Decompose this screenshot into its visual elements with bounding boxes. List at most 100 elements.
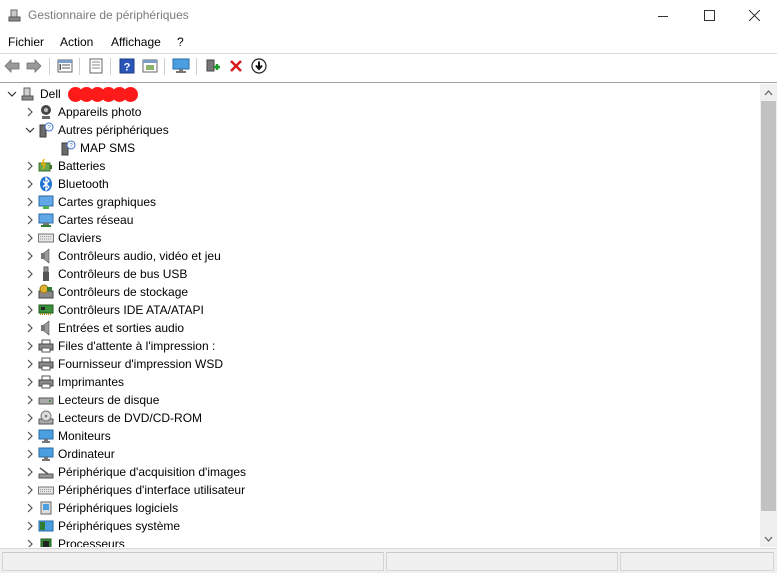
monitor-icon xyxy=(38,428,54,444)
chevron-right-icon[interactable] xyxy=(22,229,38,247)
tree-item[interactable]: Imprimantes xyxy=(22,373,124,391)
chevron-right-icon[interactable] xyxy=(22,211,38,229)
tree-item[interactable]: ? Autres périphériques xyxy=(22,121,169,139)
document-icon[interactable] xyxy=(87,57,105,75)
storage-controller-icon xyxy=(38,284,54,300)
tree-child-item[interactable]: ? MAP SMS xyxy=(60,139,135,157)
printer-queue-icon xyxy=(38,338,54,354)
chevron-right-icon[interactable] xyxy=(22,517,38,535)
scroll-up-icon[interactable] xyxy=(760,84,777,101)
chevron-right-icon[interactable] xyxy=(22,355,38,373)
tree-item[interactable]: Lecteurs de DVD/CD-ROM xyxy=(22,409,202,427)
software-device-icon xyxy=(38,500,54,516)
tree-item-label: Appareils photo xyxy=(58,105,142,119)
menu-action[interactable]: Action xyxy=(60,35,93,49)
add-driver-icon[interactable] xyxy=(204,57,222,75)
toolbar-separator xyxy=(79,58,80,75)
chevron-right-icon[interactable] xyxy=(22,283,38,301)
tree-item[interactable]: Batteries xyxy=(22,157,105,175)
title-bar: Gestionnaire de périphériques xyxy=(0,0,777,31)
device-tree: Dell Appareils photo ? Autres périphériq… xyxy=(0,84,760,547)
chevron-right-icon[interactable] xyxy=(22,409,38,427)
tree-top-border xyxy=(0,82,777,83)
tree-item[interactable]: Cartes graphiques xyxy=(22,193,156,211)
vertical-scrollbar[interactable] xyxy=(760,84,777,547)
tree-item[interactable]: Processeurs xyxy=(22,535,125,547)
download-arrow-icon[interactable] xyxy=(250,57,268,75)
chevron-right-icon[interactable] xyxy=(22,499,38,517)
tree-item[interactable]: Contrôleurs audio, vidéo et jeu xyxy=(22,247,221,265)
scroll-down-icon[interactable] xyxy=(760,530,777,547)
toolbar-separator xyxy=(49,58,50,75)
unknown-device-icon: ? xyxy=(60,140,76,156)
close-button[interactable] xyxy=(731,0,777,31)
tree-item[interactable]: Entrées et sorties audio xyxy=(22,319,184,337)
chevron-right-icon[interactable] xyxy=(22,373,38,391)
tree-item-label: Périphériques système xyxy=(58,519,181,533)
tree-item[interactable]: Files d'attente à l'impression : xyxy=(22,337,215,355)
tree-item[interactable]: Claviers xyxy=(22,229,101,247)
svg-text:?: ? xyxy=(124,62,131,74)
chevron-right-icon[interactable] xyxy=(22,463,38,481)
chevron-right-icon[interactable] xyxy=(22,301,38,319)
tree-item[interactable]: Lecteurs de disque xyxy=(22,391,159,409)
chevron-right-icon[interactable] xyxy=(22,247,38,265)
maximize-button[interactable] xyxy=(686,0,732,31)
tree-item[interactable]: Périphériques logiciels xyxy=(22,499,178,517)
tree-item[interactable]: Fournisseur d'impression WSD xyxy=(22,355,223,373)
properties-list-icon[interactable] xyxy=(56,57,74,75)
tree-item-label: Cartes réseau xyxy=(58,213,134,227)
help-icon[interactable]: ? xyxy=(118,57,136,75)
tree-item-label: Lecteurs de DVD/CD-ROM xyxy=(58,411,203,425)
tree-item[interactable]: Contrôleurs IDE ATA/ATAPI xyxy=(22,301,204,319)
tree-item[interactable]: Contrôleurs de bus USB xyxy=(22,265,187,283)
tree-root-label: Dell xyxy=(40,87,61,101)
chevron-right-icon[interactable] xyxy=(22,481,38,499)
toolbar-separator xyxy=(110,58,111,75)
monitor-scan-icon[interactable] xyxy=(172,57,190,75)
window-title: Gestionnaire de périphériques xyxy=(28,8,189,22)
menu-affichage[interactable]: Affichage xyxy=(111,35,161,49)
chevron-right-icon[interactable] xyxy=(22,319,38,337)
battery-icon xyxy=(38,158,54,174)
tree-item[interactable]: Bluetooth xyxy=(22,175,109,193)
chevron-right-icon[interactable] xyxy=(22,157,38,175)
forward-arrow-icon[interactable] xyxy=(25,57,43,75)
menu-fichier[interactable]: Fichier xyxy=(8,35,44,49)
chevron-down-icon[interactable] xyxy=(4,85,20,103)
usb-icon xyxy=(38,266,54,282)
network-card-icon xyxy=(38,212,54,228)
tree-item[interactable]: Cartes réseau xyxy=(22,211,133,229)
tree-item[interactable]: Contrôleurs de stockage xyxy=(22,283,188,301)
chevron-right-icon[interactable] xyxy=(22,427,38,445)
tree-item[interactable]: Périphériques d'interface utilisateur xyxy=(22,481,245,499)
chevron-right-icon[interactable] xyxy=(22,535,38,547)
tree-item-label: Contrôleurs audio, vidéo et jeu xyxy=(58,249,221,263)
tree-item[interactable]: Appareils photo xyxy=(22,103,141,121)
tree-item[interactable]: Ordinateur xyxy=(22,445,115,463)
tree-item[interactable]: Périphérique d'acquisition d'images xyxy=(22,463,246,481)
chevron-right-icon[interactable] xyxy=(22,337,38,355)
chevron-down-icon[interactable] xyxy=(22,121,38,139)
chevron-right-icon[interactable] xyxy=(22,445,38,463)
minimize-button[interactable] xyxy=(640,0,686,31)
chevron-right-icon[interactable] xyxy=(22,103,38,121)
tree-root[interactable]: Dell xyxy=(4,85,138,103)
uninstall-x-icon[interactable] xyxy=(227,57,245,75)
tree-item[interactable]: Périphériques système xyxy=(22,517,180,535)
chevron-right-icon[interactable] xyxy=(22,265,38,283)
chevron-right-icon[interactable] xyxy=(22,193,38,211)
chevron-right-icon[interactable] xyxy=(22,391,38,409)
update-icon[interactable] xyxy=(141,57,159,75)
back-arrow-icon[interactable] xyxy=(3,57,21,75)
tree-item[interactable]: Moniteurs xyxy=(22,427,111,445)
tree-item-label: Contrôleurs de bus USB xyxy=(58,267,188,281)
bluetooth-icon xyxy=(38,176,54,192)
chevron-right-icon[interactable] xyxy=(22,175,38,193)
computer-icon xyxy=(20,86,36,102)
scrollbar-thumb[interactable] xyxy=(761,101,776,511)
menu-help[interactable]: ? xyxy=(177,35,184,49)
toolbar: ? xyxy=(0,54,777,79)
tree-item-label: Bluetooth xyxy=(58,177,109,191)
processor-icon xyxy=(38,536,54,547)
